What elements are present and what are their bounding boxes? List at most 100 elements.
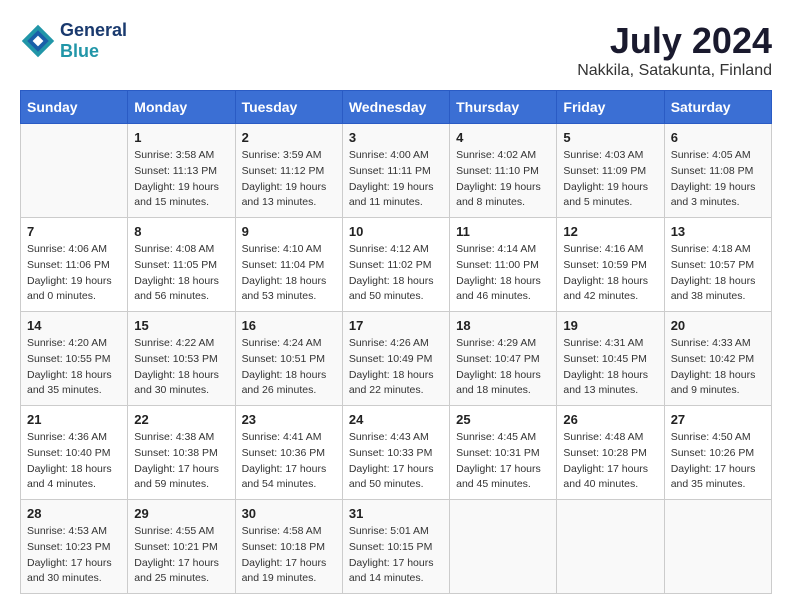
day-number: 26 [563,412,657,427]
day-info: Sunrise: 4:41 AM Sunset: 10:36 PM Daylig… [242,430,336,493]
day-info: Sunrise: 4:45 AM Sunset: 10:31 PM Daylig… [456,430,550,493]
title-block: July 2024 Nakkila, Satakunta, Finland [577,20,772,80]
day-number: 4 [456,130,550,145]
calendar-cell: 19 Sunrise: 4:31 AM Sunset: 10:45 PM Dayl… [557,312,664,406]
main-title: July 2024 [577,20,772,62]
header-sunday: Sunday [21,91,128,124]
calendar-cell: 22 Sunrise: 4:38 AM Sunset: 10:38 PM Dayl… [128,406,235,500]
day-info: Sunrise: 4:18 AM Sunset: 10:57 PM Daylig… [671,242,765,305]
header-thursday: Thursday [450,91,557,124]
calendar-cell: 6 Sunrise: 4:05 AM Sunset: 11:08 PM Dayli… [664,124,771,218]
day-info: Sunrise: 4:31 AM Sunset: 10:45 PM Daylig… [563,336,657,399]
day-info: Sunrise: 4:26 AM Sunset: 10:49 PM Daylig… [349,336,443,399]
calendar-cell: 29Sunrise: 4:55 AM Sunset: 10:21 PM Dayl… [128,500,235,594]
day-number: 20 [671,318,765,333]
day-number: 31 [349,506,443,521]
calendar-cell: 28 Sunrise: 4:53 AM Sunset: 10:23 PM Dayl… [21,500,128,594]
day-info: Sunrise: 4:12 AM Sunset: 11:02 PM Daylig… [349,242,443,305]
day-number: 28 [27,506,121,521]
day-number: 23 [242,412,336,427]
header-friday: Friday [557,91,664,124]
day-info: Sunrise: 4:50 AM Sunset: 10:26 PM Daylig… [671,430,765,493]
day-info: Sunrise: 4:38 AM Sunset: 10:38 PM Daylig… [134,430,228,493]
day-info: Sunrise: 4:08 AM Sunset: 11:05 PM Daylig… [134,242,228,305]
header-wednesday: Wednesday [342,91,449,124]
calendar-cell: 2 Sunrise: 3:59 AM Sunset: 11:12 PM Dayli… [235,124,342,218]
calendar-cell: 21Sunrise: 4:36 AM Sunset: 10:40 PM Dayl… [21,406,128,500]
day-info: Sunrise: 4:20 AM Sunset: 10:55 PM Daylig… [27,336,121,399]
logo: General Blue [20,20,127,62]
calendar-cell [21,124,128,218]
day-info: Sunrise: 4:22 AM Sunset: 10:53 PM Daylig… [134,336,228,399]
calendar-table: SundayMondayTuesdayWednesdayThursdayFrid… [20,90,772,594]
calendar-cell: 3 Sunrise: 4:00 AM Sunset: 11:11 PM Dayli… [342,124,449,218]
day-info: Sunrise: 3:59 AM Sunset: 11:12 PM Daylig… [242,148,336,211]
day-info: Sunrise: 4:36 AM Sunset: 10:40 PM Daylig… [27,430,121,493]
calendar-week-2: 7Sunrise: 4:06 AM Sunset: 11:06 PM Dayli… [21,218,772,312]
calendar-cell [664,500,771,594]
day-info: Sunrise: 4:43 AM Sunset: 10:33 PM Daylig… [349,430,443,493]
calendar-cell: 10 Sunrise: 4:12 AM Sunset: 11:02 PM Dayl… [342,218,449,312]
day-number: 10 [349,224,443,239]
day-info: Sunrise: 4:03 AM Sunset: 11:09 PM Daylig… [563,148,657,211]
day-number: 15 [134,318,228,333]
calendar-cell: 11 Sunrise: 4:14 AM Sunset: 11:00 PM Dayl… [450,218,557,312]
day-info: Sunrise: 4:00 AM Sunset: 11:11 PM Daylig… [349,148,443,211]
calendar-cell: 12 Sunrise: 4:16 AM Sunset: 10:59 PM Dayl… [557,218,664,312]
calendar-cell: 18 Sunrise: 4:29 AM Sunset: 10:47 PM Dayl… [450,312,557,406]
day-number: 8 [134,224,228,239]
day-info: Sunrise: 4:29 AM Sunset: 10:47 PM Daylig… [456,336,550,399]
day-info: Sunrise: 4:53 AM Sunset: 10:23 PM Daylig… [27,524,121,587]
day-number: 2 [242,130,336,145]
day-info: Sunrise: 4:58 AM Sunset: 10:18 PM Daylig… [242,524,336,587]
calendar-week-3: 14 Sunrise: 4:20 AM Sunset: 10:55 PM Dayl… [21,312,772,406]
calendar-cell: 17 Sunrise: 4:26 AM Sunset: 10:49 PM Dayl… [342,312,449,406]
day-number: 6 [671,130,765,145]
day-number: 17 [349,318,443,333]
day-number: 11 [456,224,550,239]
header-saturday: Saturday [664,91,771,124]
calendar-week-4: 21Sunrise: 4:36 AM Sunset: 10:40 PM Dayl… [21,406,772,500]
calendar-cell: 26 Sunrise: 4:48 AM Sunset: 10:28 PM Dayl… [557,406,664,500]
logo-text: General Blue [60,20,127,62]
calendar-cell: 24Sunrise: 4:43 AM Sunset: 10:33 PM Dayl… [342,406,449,500]
day-number: 14 [27,318,121,333]
day-info: Sunrise: 4:48 AM Sunset: 10:28 PM Daylig… [563,430,657,493]
day-info: Sunrise: 4:06 AM Sunset: 11:06 PM Daylig… [27,242,121,305]
calendar-cell: 16Sunrise: 4:24 AM Sunset: 10:51 PM Dayl… [235,312,342,406]
day-number: 30 [242,506,336,521]
calendar-cell: 25 Sunrise: 4:45 AM Sunset: 10:31 PM Dayl… [450,406,557,500]
day-number: 18 [456,318,550,333]
day-number: 13 [671,224,765,239]
calendar-cell: 20Sunrise: 4:33 AM Sunset: 10:42 PM Dayl… [664,312,771,406]
calendar-cell [557,500,664,594]
page-header: General Blue July 2024 Nakkila, Satakunt… [20,20,772,80]
day-info: Sunrise: 4:02 AM Sunset: 11:10 PM Daylig… [456,148,550,211]
calendar-cell: 30 Sunrise: 4:58 AM Sunset: 10:18 PM Dayl… [235,500,342,594]
logo-icon [20,23,56,59]
day-number: 19 [563,318,657,333]
header-monday: Monday [128,91,235,124]
calendar-cell: 14 Sunrise: 4:20 AM Sunset: 10:55 PM Dayl… [21,312,128,406]
calendar-week-1: 1Sunrise: 3:58 AM Sunset: 11:13 PM Dayli… [21,124,772,218]
day-number: 12 [563,224,657,239]
calendar-cell: 8 Sunrise: 4:08 AM Sunset: 11:05 PM Dayli… [128,218,235,312]
calendar-header-row: SundayMondayTuesdayWednesdayThursdayFrid… [21,91,772,124]
calendar-cell: 1Sunrise: 3:58 AM Sunset: 11:13 PM Dayli… [128,124,235,218]
calendar-cell: 23 Sunrise: 4:41 AM Sunset: 10:36 PM Dayl… [235,406,342,500]
day-number: 25 [456,412,550,427]
day-info: Sunrise: 4:10 AM Sunset: 11:04 PM Daylig… [242,242,336,305]
day-info: Sunrise: 4:55 AM Sunset: 10:21 PM Daylig… [134,524,228,587]
header-tuesday: Tuesday [235,91,342,124]
day-number: 27 [671,412,765,427]
day-info: Sunrise: 3:58 AM Sunset: 11:13 PM Daylig… [134,148,228,211]
day-number: 16 [242,318,336,333]
day-info: Sunrise: 4:05 AM Sunset: 11:08 PM Daylig… [671,148,765,211]
calendar-cell: 13 Sunrise: 4:18 AM Sunset: 10:57 PM Dayl… [664,218,771,312]
calendar-cell: 4 Sunrise: 4:02 AM Sunset: 11:10 PM Dayli… [450,124,557,218]
day-info: Sunrise: 4:16 AM Sunset: 10:59 PM Daylig… [563,242,657,305]
day-number: 5 [563,130,657,145]
day-number: 22 [134,412,228,427]
day-info: Sunrise: 4:14 AM Sunset: 11:00 PM Daylig… [456,242,550,305]
day-number: 3 [349,130,443,145]
